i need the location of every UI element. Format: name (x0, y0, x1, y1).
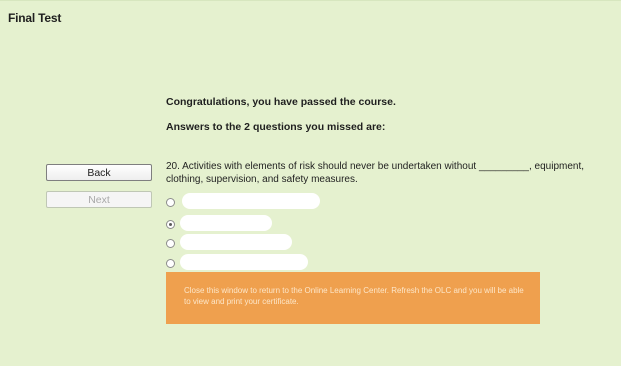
next-button[interactable]: Next (46, 191, 152, 208)
redacted-answer (180, 254, 308, 270)
radio-button-selected[interactable] (166, 220, 175, 229)
answer-option-1[interactable] (166, 193, 326, 211)
certificate-notice: Close this window to return to the Onlin… (166, 272, 540, 324)
redacted-answer (180, 234, 292, 250)
radio-button[interactable] (166, 259, 175, 268)
congratulations-message: Congratulations, you have passed the cou… (166, 96, 396, 108)
redacted-answer (182, 193, 320, 209)
radio-button[interactable] (166, 198, 175, 207)
answer-option-4[interactable] (166, 254, 316, 272)
radio-button[interactable] (166, 239, 175, 248)
redacted-answer (180, 215, 272, 231)
top-divider (0, 0, 621, 1)
answer-option-2[interactable] (166, 215, 276, 233)
missed-questions-heading: Answers to the 2 questions you missed ar… (166, 121, 386, 133)
back-button[interactable]: Back (46, 164, 152, 181)
question-text: 20. Activities with elements of risk sho… (166, 161, 585, 185)
answer-option-3[interactable] (166, 234, 296, 252)
page-title: Final Test (8, 11, 62, 25)
